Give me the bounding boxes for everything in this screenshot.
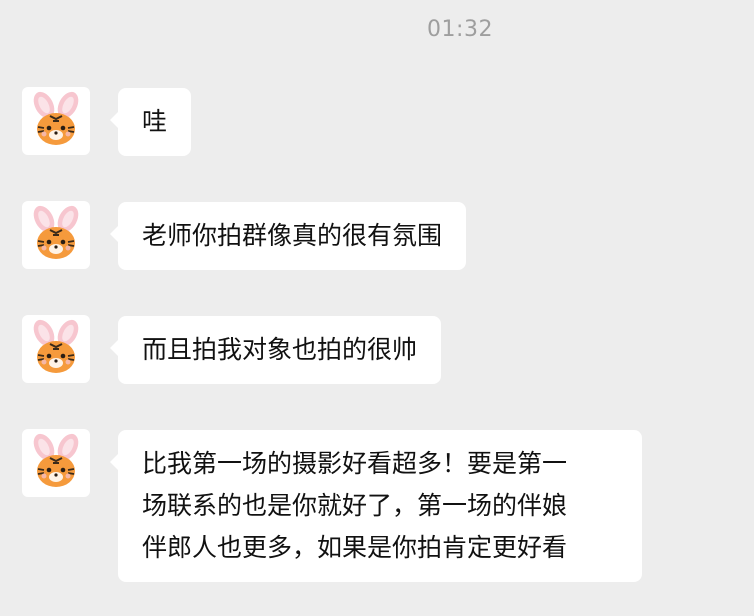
message-bubble[interactable]: 哇 <box>109 88 192 156</box>
message-bubble[interactable]: 而且拍我对象也拍的很帅 <box>109 316 442 384</box>
avatar[interactable] <box>22 315 90 383</box>
message-line: 伴郎人也更多，如果是你拍肯定更好看 <box>142 533 568 562</box>
avatar[interactable] <box>22 201 90 269</box>
tiger-bunny-avatar-icon <box>33 205 79 259</box>
tiger-bunny-avatar-icon <box>33 319 79 373</box>
timestamp: 01:32 <box>427 17 493 42</box>
message-line: 场联系的也是你就好了，第一场的伴娘 <box>142 491 568 520</box>
message-text: 老师你拍群像真的很有氛围 <box>142 221 443 250</box>
message-bubble[interactable]: 比我第一场的摄影好看超多！要是第一 场联系的也是你就好了，第一场的伴娘 伴郎人也… <box>110 430 642 582</box>
avatar[interactable] <box>22 87 90 155</box>
tiger-bunny-avatar-icon <box>33 433 79 487</box>
avatar[interactable] <box>22 429 90 497</box>
message-bubble[interactable]: 老师你拍群像真的很有氛围 <box>109 202 467 270</box>
message-text: 哇 <box>142 107 168 136</box>
message-text: 而且拍我对象也拍的很帅 <box>142 335 418 364</box>
message-line: 比我第一场的摄影好看超多！要是第一 <box>142 449 568 478</box>
tiger-bunny-avatar-icon <box>33 91 79 145</box>
